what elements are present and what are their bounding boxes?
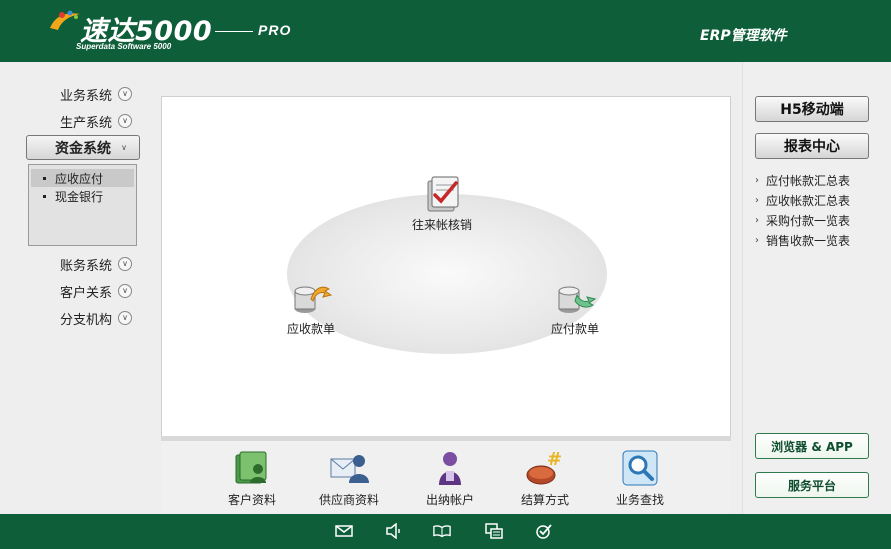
funds-submenu: 应收应付 现金银行: [28, 164, 137, 246]
chevron-down-icon: ∨: [118, 87, 132, 101]
nav-item-label: 客户关系: [59, 285, 112, 301]
nav-item-label: 账务系统: [59, 258, 112, 274]
nav-item-business[interactable]: 业务系统 ∨: [30, 83, 140, 105]
shortcut-customer[interactable]: 客户资料: [228, 449, 276, 508]
report-center-button[interactable]: 报表中心: [755, 133, 869, 159]
chevron-down-icon: ∨: [118, 114, 132, 128]
submenu-item-label: 现金银行: [55, 189, 104, 204]
left-nav: 业务系统 ∨ 生产系统 ∨ 资金系统 ∨ 应收应付 现金银行 账务系统 ∨ 客户…: [0, 62, 158, 514]
speaker-icon[interactable]: [385, 523, 403, 539]
windows-icon[interactable]: [485, 523, 503, 539]
report-link-label: 应收帐款汇总表: [766, 194, 851, 208]
nav-item-accounting[interactable]: 账务系统 ∨: [30, 253, 140, 275]
checklist-icon: [427, 176, 459, 212]
chevron-right-icon: ›: [755, 235, 759, 246]
logo-icon: [50, 10, 80, 30]
logo-divider: [215, 31, 253, 32]
svg-text:#: #: [547, 449, 562, 470]
shortcut-settlement[interactable]: # 结算方式: [521, 449, 569, 508]
shortcut-cashier[interactable]: 出纳帐户: [426, 449, 474, 508]
mobile-h5-button[interactable]: H5移动端: [755, 96, 869, 122]
report-link[interactable]: › 销售收款一览表: [755, 232, 850, 249]
chevron-right-icon: ›: [755, 195, 759, 206]
bullet-icon: [43, 176, 46, 180]
shortcut-search[interactable]: 业务查找: [616, 449, 664, 508]
flow-item-label: 往来帐核销: [412, 218, 473, 232]
chevron-right-icon: ›: [755, 215, 759, 226]
shortcut-label: 供应商资料: [319, 493, 380, 507]
shortcut-supplier[interactable]: 供应商资料: [319, 449, 379, 508]
nav-item-label: 生产系统: [59, 115, 112, 131]
chevron-right-icon: ›: [755, 175, 759, 186]
cashier-icon: [439, 452, 461, 485]
customer-icon: [235, 451, 267, 484]
supplier-icon: [330, 455, 369, 483]
report-link[interactable]: › 应付帐款汇总表: [755, 172, 850, 189]
submenu-item-label: 应收应付: [55, 171, 104, 186]
shortcut-bar: 客户资料 供应商资料 出纳帐户 # 结算方式 业务查找: [161, 441, 731, 513]
chevron-down-icon: ∨: [118, 311, 132, 325]
app-header: 速达5000 Superdata Software 5000 PRO ERP管理…: [0, 0, 891, 62]
flow-item-receivable[interactable]: 应收款单: [287, 277, 335, 337]
report-link-label: 销售收款一览表: [766, 234, 851, 248]
app-footer: [0, 514, 891, 549]
report-link-label: 应付帐款汇总表: [766, 174, 851, 188]
report-link-label: 采购付款一览表: [766, 214, 851, 228]
service-platform-button[interactable]: 服务平台: [755, 472, 869, 498]
nav-item-crm[interactable]: 客户关系 ∨: [30, 280, 140, 302]
flow-canvas: 往来帐核销 应收款单 应付款单: [161, 96, 731, 437]
report-link[interactable]: › 应收帐款汇总表: [755, 192, 850, 209]
settlement-icon: #: [526, 449, 562, 485]
shortcut-label: 结算方式: [521, 493, 570, 507]
browser-app-button[interactable]: 浏览器 & APP: [755, 433, 869, 459]
mail-icon[interactable]: [335, 523, 353, 539]
edition-label: PRO: [258, 22, 292, 38]
report-link[interactable]: › 采购付款一览表: [755, 212, 850, 229]
magnifier-icon: [622, 450, 658, 486]
nav-item-label: 分支机构: [59, 312, 112, 328]
check-circle-icon[interactable]: [535, 523, 553, 539]
shortcut-label: 业务查找: [616, 493, 665, 507]
nav-item-funds[interactable]: 资金系统 ∨: [26, 135, 140, 160]
flow-item-payable[interactable]: 应付款单: [551, 277, 599, 337]
book-icon[interactable]: [433, 523, 451, 539]
chevron-down-icon: ∨: [121, 142, 127, 152]
nav-item-branches[interactable]: 分支机构 ∨: [30, 307, 140, 329]
submenu-item-receivable-payable[interactable]: 应收应付: [31, 169, 134, 187]
nav-item-label: 资金系统: [55, 140, 111, 157]
right-panel: H5移动端 报表中心 › 应付帐款汇总表 › 应收帐款汇总表 › 采购付款一览表…: [742, 62, 891, 514]
payable-icon: [558, 286, 597, 313]
nav-item-production[interactable]: 生产系统 ∨: [30, 110, 140, 132]
shortcut-label: 出纳帐户: [426, 493, 475, 507]
bullet-icon: [43, 194, 46, 198]
logo-subtitle: Superdata Software 5000: [76, 42, 172, 51]
flow-item-reconcile[interactable]: 往来帐核销: [412, 173, 472, 233]
chevron-down-icon: ∨: [118, 257, 132, 271]
product-name: ERP管理软件: [700, 28, 787, 44]
receivable-icon: [294, 286, 333, 313]
submenu-item-cash-bank[interactable]: 现金银行: [29, 187, 136, 205]
nav-item-label: 业务系统: [59, 88, 112, 104]
flow-item-label: 应付款单: [551, 322, 600, 336]
flow-item-label: 应收款单: [287, 322, 336, 336]
shortcut-label: 客户资料: [228, 493, 277, 507]
chevron-down-icon: ∨: [118, 284, 132, 298]
